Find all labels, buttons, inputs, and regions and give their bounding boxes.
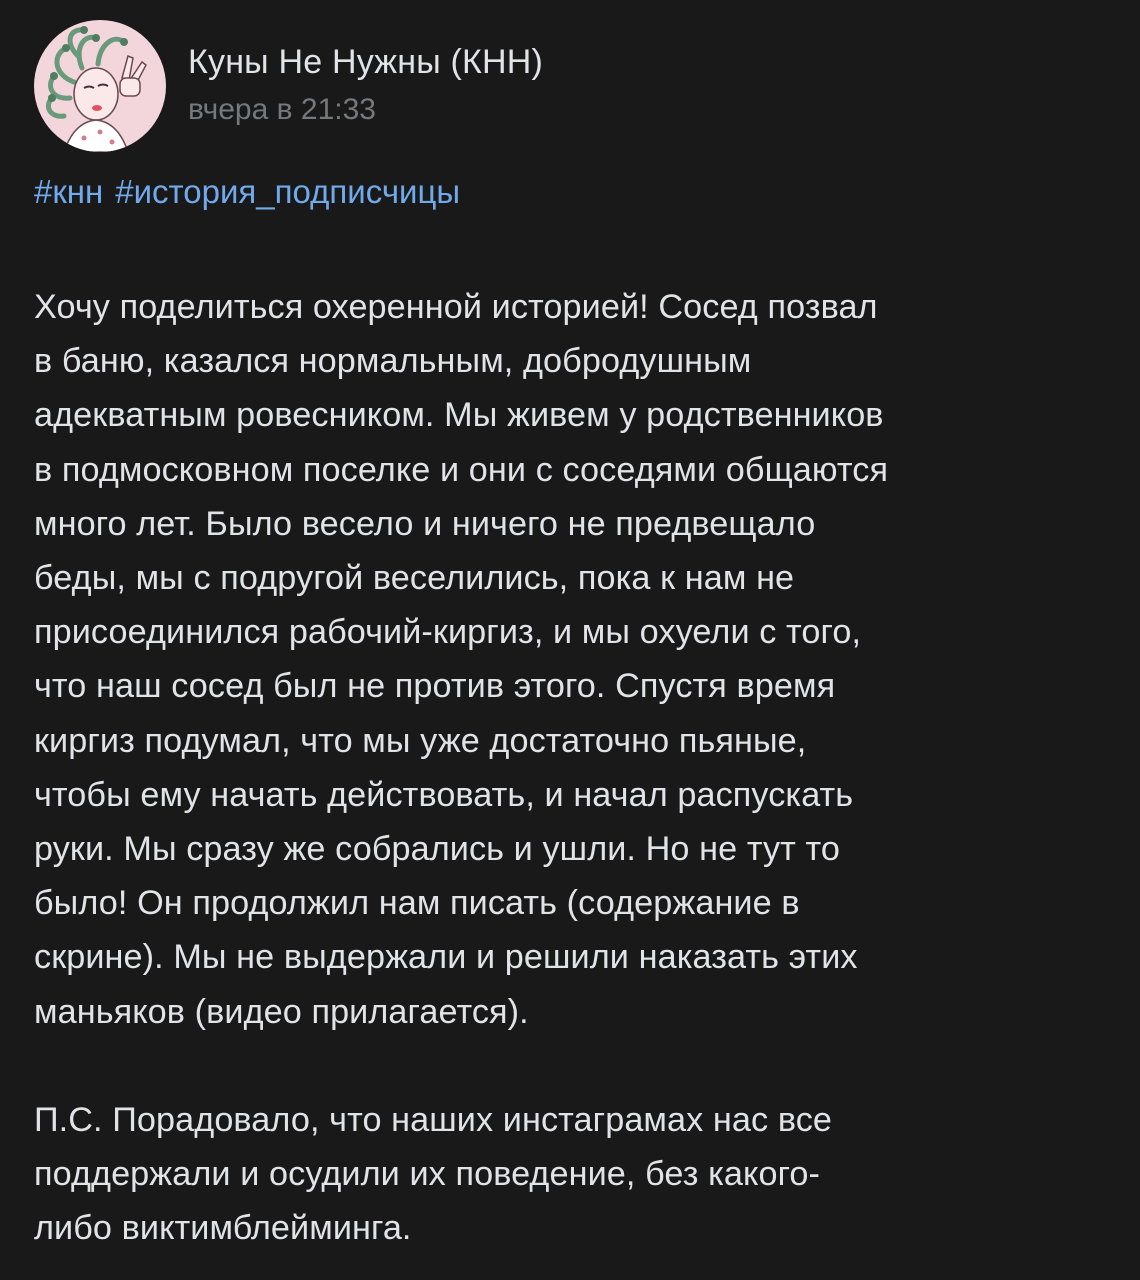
post-meta: Куны Не Нужны (КНН) вчера в 21:33: [188, 42, 543, 128]
hashtag-link[interactable]: #кнн: [34, 170, 103, 214]
post-paragraph: Хочу поделиться охеренной историей! Сосе…: [34, 280, 1114, 1039]
text-line: беды, мы с подругой веселились, пока к н…: [34, 559, 795, 598]
medusa-girl-avatar-icon: [34, 20, 166, 152]
text-line: в подмосковном поселке и они с соседями …: [34, 450, 889, 489]
author-name[interactable]: Куны Не Нужны (КНН): [188, 42, 543, 82]
text-line: чтобы ему начать действовать, и начал ра…: [34, 775, 854, 814]
post-text: Хочу поделиться охеренной историей! Сосе…: [34, 280, 1114, 1255]
text-line: в баню, казался нормальным, добродушным: [34, 342, 752, 381]
post-time[interactable]: вчера в 21:33: [188, 92, 543, 128]
text-line: маньяков (видео прилагается).: [34, 992, 529, 1031]
text-line: было! Он продолжил нам писать (содержани…: [34, 884, 800, 923]
text-line: либо виктимблейминга.: [34, 1209, 412, 1248]
text-line: скрине). Мы не выдержали и решили наказа…: [34, 938, 858, 977]
post: Куны Не Нужны (КНН) вчера в 21:33 #кнн #…: [0, 0, 1140, 1280]
text-line: поддержали и осудили их поведение, без к…: [34, 1155, 821, 1194]
post-paragraph: П.С. Порадовало, что наших инстаграмах н…: [34, 1093, 1114, 1256]
text-line: много лет. Было весело и ничего не предв…: [34, 504, 816, 543]
text-line: что наш сосед был не против этого. Спуст…: [34, 667, 836, 706]
avatar[interactable]: [34, 20, 166, 152]
text-line: руки. Мы сразу же собрались и ушли. Но н…: [34, 830, 841, 869]
text-line: присоединился рабочий-киргиз, и мы охуел…: [34, 613, 862, 652]
hashtag-link[interactable]: #история_подписчицы: [115, 170, 460, 214]
post-header: Куны Не Нужны (КНН) вчера в 21:33: [34, 20, 543, 152]
text-line: киргиз подумал, что мы уже достаточно пь…: [34, 721, 807, 760]
text-line: П.С. Порадовало, что наших инстаграмах н…: [34, 1100, 833, 1139]
hashtags: #кнн #история_подписчицы: [34, 170, 460, 214]
text-line: адекватным ровесником. Мы живем у родств…: [34, 396, 884, 435]
text-line: Хочу поделиться охеренной историей! Сосе…: [34, 288, 878, 326]
